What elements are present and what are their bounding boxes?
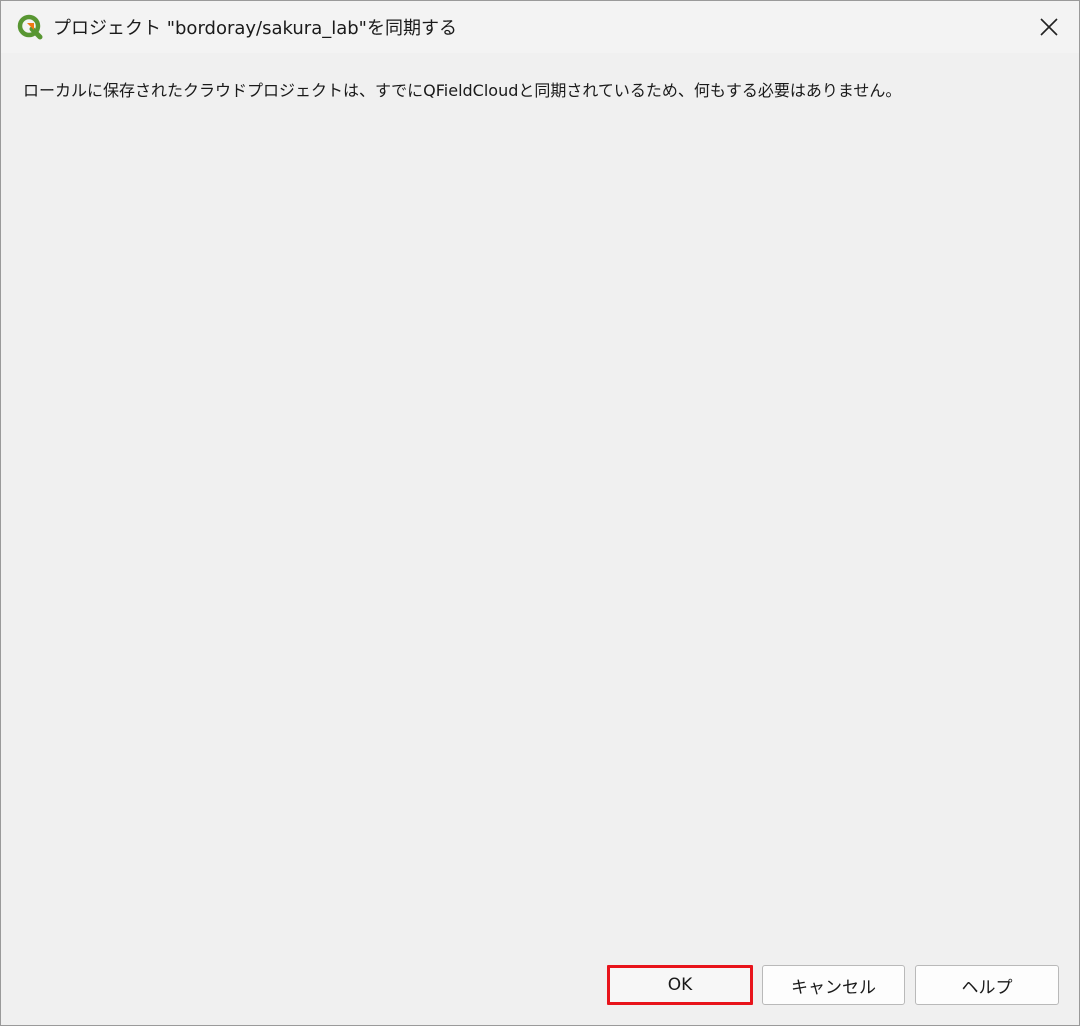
dialog-body: ローカルに保存されたクラウドプロジェクトは、すでにQFieldCloudと同期さ…	[1, 53, 1079, 1025]
qgis-icon	[15, 12, 45, 42]
help-button[interactable]: ヘルプ	[915, 965, 1059, 1005]
title-bar: プロジェクト "bordoray/sakura_lab"を同期する	[1, 1, 1079, 53]
ok-button[interactable]: OK	[607, 965, 753, 1005]
window-title: プロジェクト "bordoray/sakura_lab"を同期する	[53, 18, 457, 39]
close-icon[interactable]	[1035, 13, 1063, 41]
cancel-button[interactable]: キャンセル	[762, 965, 905, 1005]
status-message: ローカルに保存されたクラウドプロジェクトは、すでにQFieldCloudと同期さ…	[23, 81, 902, 100]
sync-project-dialog: プロジェクト "bordoray/sakura_lab"を同期する ローカルに保…	[0, 0, 1080, 1026]
